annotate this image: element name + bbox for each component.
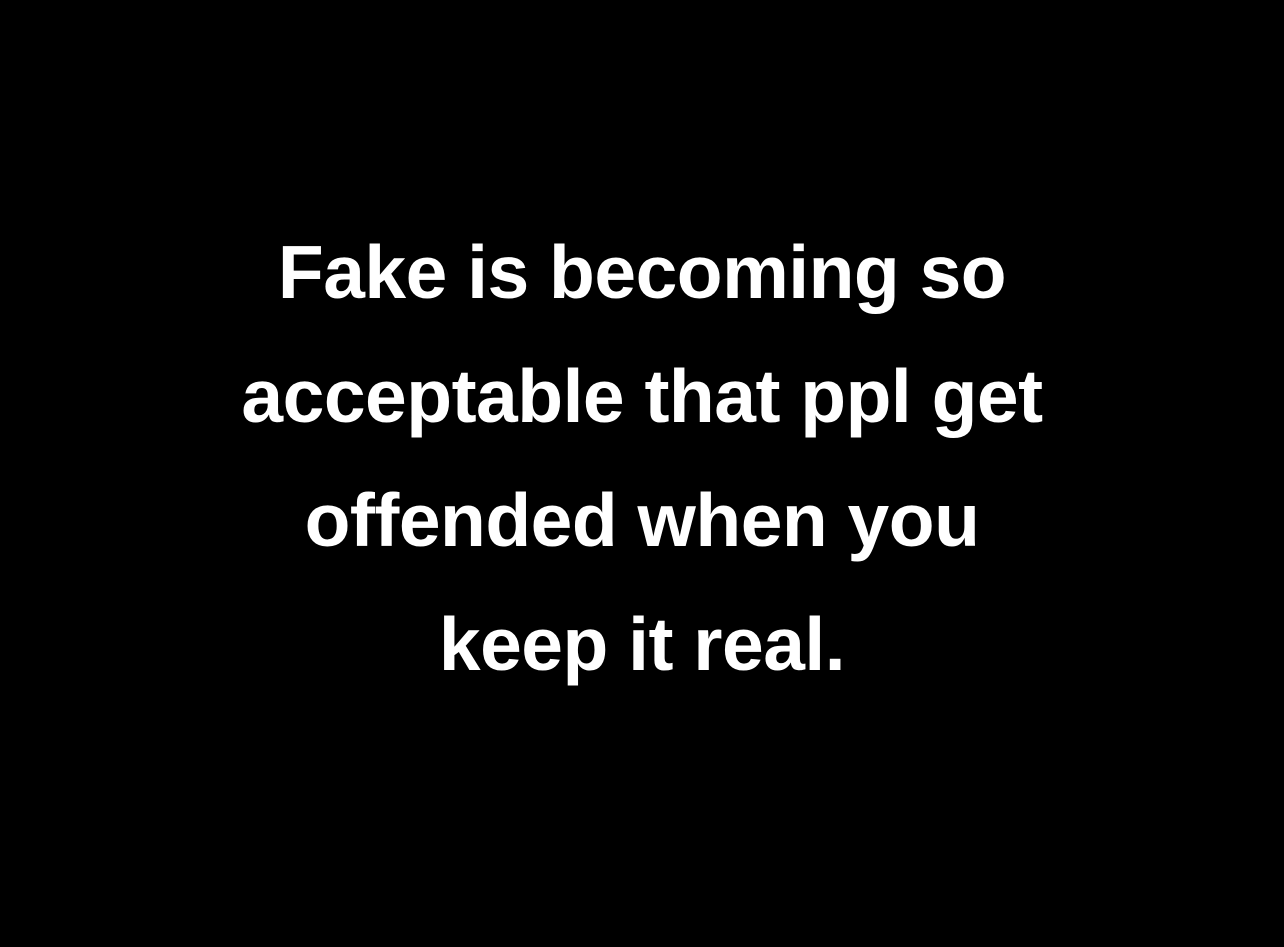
- quote-line-2: acceptable that ppl get: [241, 354, 1043, 438]
- quote-line-4: keep it real.: [438, 602, 846, 686]
- quote-text: Fake is becoming so acceptable that ppl …: [0, 210, 1284, 706]
- quote-line-1: Fake is becoming so: [277, 230, 1007, 314]
- quote-line-3: offended when you: [304, 478, 980, 562]
- quote-card: Fake is becoming so acceptable that ppl …: [0, 0, 1284, 947]
